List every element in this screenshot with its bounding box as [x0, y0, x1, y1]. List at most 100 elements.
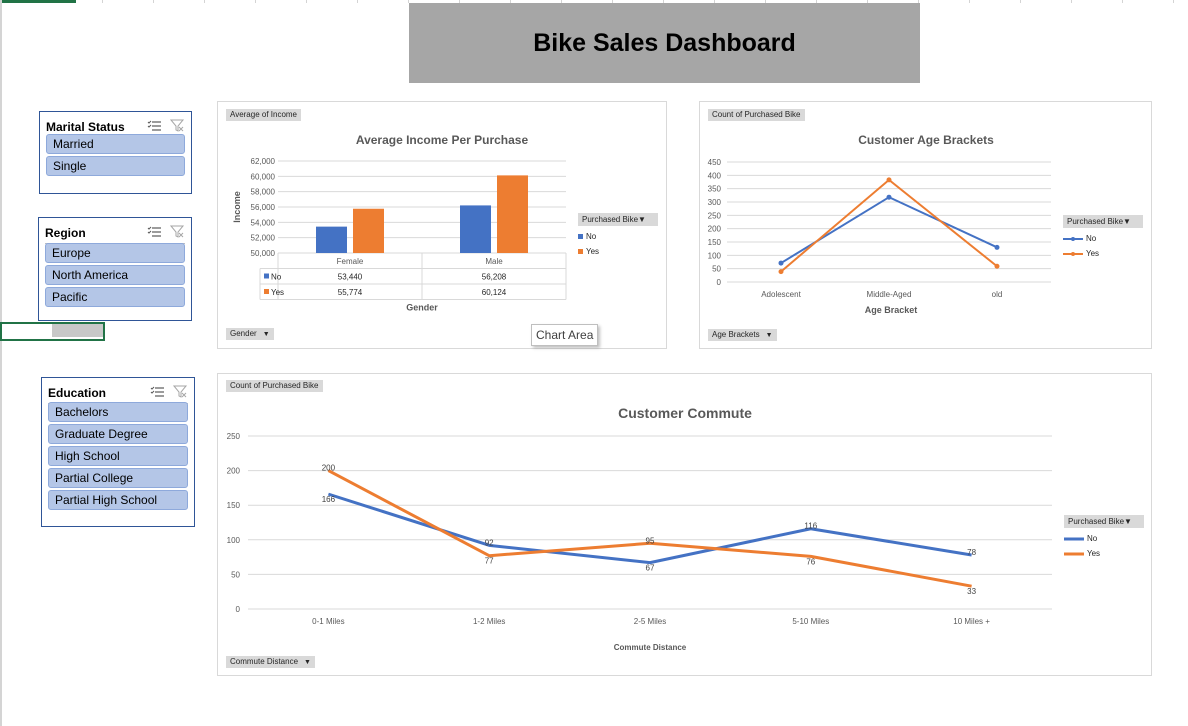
clear-filter-icon[interactable]	[170, 225, 185, 238]
x-tick-label: 2-5 Miles	[634, 617, 666, 626]
axis-field-button[interactable]: Gender ▼	[226, 328, 274, 340]
data-point	[886, 194, 892, 200]
axis-field-label: Age Brackets	[712, 330, 760, 339]
y-tick-label: 50	[231, 570, 240, 579]
bar	[460, 205, 491, 253]
slicer-item-single[interactable]: Single	[46, 156, 185, 176]
legend-label: No	[586, 232, 597, 241]
chart-income[interactable]: Average of Income Average Income Per Pur…	[217, 101, 667, 349]
data-label: 166	[322, 495, 336, 504]
bar	[316, 226, 347, 253]
table-value: 55,774	[338, 288, 363, 297]
multi-select-icon[interactable]	[147, 225, 162, 238]
data-label: 77	[485, 557, 494, 566]
row-header-strip	[0, 0, 2, 726]
commute-chart-plot: 0 50 100 150 200 250 0-1 Miles 1-2 Miles 2-5 Mil…	[227, 432, 1052, 652]
legend[interactable]: Purchased Bike▼ No Yes	[1064, 515, 1144, 558]
y-tick-label: 400	[708, 171, 722, 180]
legend-title-button[interactable]: Purchased Bike▼	[578, 213, 658, 226]
y-tick-label: 56,000	[251, 203, 276, 212]
y-tick-label: 60,000	[251, 172, 276, 181]
dropdown-arrow-icon: ▼	[638, 215, 646, 224]
dashboard-title: Bike Sales Dashboard	[409, 3, 920, 83]
y-tick-label: 0	[236, 605, 241, 614]
clear-filter-icon[interactable]	[170, 119, 185, 132]
chart-age-brackets[interactable]: Count of Purchased Bike Customer Age Bra…	[699, 101, 1152, 349]
legend-title-button[interactable]: Purchased Bike▼	[1063, 215, 1143, 228]
legend[interactable]: Purchased Bike▼ No Yes	[1063, 215, 1143, 258]
table-legend-key	[264, 273, 269, 279]
data-label: 78	[967, 548, 976, 557]
y-tick-label: 50	[712, 265, 721, 274]
legend-title: Purchased Bike	[1067, 217, 1124, 226]
data-point	[778, 269, 784, 275]
category-label: Female	[337, 257, 364, 266]
bar	[353, 208, 384, 253]
legend-line-swatch	[1064, 552, 1084, 555]
x-tick-label: 5-10 Miles	[792, 617, 829, 626]
slicer-item-partial-college[interactable]: Partial College	[48, 468, 188, 488]
legend-item-no: No	[578, 232, 658, 241]
legend-title: Purchased Bike	[1068, 517, 1125, 526]
dropdown-arrow-icon: ▼	[304, 659, 311, 666]
y-tick-label: 350	[708, 185, 722, 194]
y-tick-label: 0	[717, 278, 722, 287]
y-tick-label: 100	[708, 251, 722, 260]
slicer-item-pacific[interactable]: Pacific	[45, 287, 185, 307]
axis-field-button[interactable]: Age Brackets ▼	[708, 329, 777, 341]
multi-select-icon[interactable]	[150, 385, 165, 398]
table-series-label: Yes	[271, 288, 284, 297]
selected-cell-fill	[52, 324, 103, 337]
dropdown-arrow-icon: ▼	[765, 332, 773, 339]
slicer-item-graduate-degree[interactable]: Graduate Degree	[48, 424, 188, 444]
slicer-education[interactable]: Education Bachelors Graduate Degree High…	[41, 377, 195, 527]
legend-label: No	[1087, 534, 1098, 543]
slicer-marital-status[interactable]: Marital Status Married Single	[39, 111, 192, 194]
data-label: 33	[967, 587, 976, 596]
slicer-header: Education	[48, 382, 188, 404]
multi-select-icon[interactable]	[147, 119, 162, 132]
y-tick-label: 250	[227, 432, 241, 441]
y-tick-label: 200	[227, 467, 241, 476]
data-point	[994, 244, 1000, 250]
legend-swatch	[578, 234, 583, 239]
y-tick-label: 150	[708, 238, 722, 247]
data-label: 95	[646, 536, 655, 545]
legend-line-swatch	[1063, 236, 1083, 241]
legend-item-no: No	[1064, 534, 1144, 543]
slicer-title: Education	[48, 386, 107, 400]
slicer-title: Region	[45, 226, 86, 240]
slicer-item-partial-high-school[interactable]: Partial High School	[48, 490, 188, 510]
series-line	[780, 196, 998, 264]
legend-item-yes: Yes	[578, 247, 658, 256]
legend-title-button[interactable]: Purchased Bike▼	[1064, 515, 1144, 528]
slicer-item-bachelors[interactable]: Bachelors	[48, 402, 188, 422]
dropdown-arrow-icon: ▼	[1123, 217, 1131, 226]
legend[interactable]: Purchased Bike▼ No Yes	[578, 213, 658, 256]
data-label: 92	[485, 538, 494, 547]
legend-item-no: No	[1063, 234, 1143, 243]
legend-swatch	[578, 249, 583, 254]
data-label: 200	[322, 464, 336, 473]
x-axis-title: Gender	[406, 303, 438, 313]
series-line	[327, 492, 972, 565]
slicer-item-north-america[interactable]: North America	[45, 265, 185, 285]
slicer-item-europe[interactable]: Europe	[45, 243, 185, 263]
y-tick-label: 52,000	[251, 234, 276, 243]
dropdown-arrow-icon: ▼	[262, 331, 270, 338]
y-tick-label: 250	[708, 211, 722, 220]
data-label: 76	[806, 557, 815, 566]
legend-label: Yes	[1086, 249, 1100, 258]
table-value: 60,124	[482, 288, 507, 297]
chart-area-tooltip: Chart Area	[531, 324, 598, 346]
y-tick-label: 300	[708, 198, 722, 207]
y-tick-label: 50,000	[251, 249, 276, 258]
y-tick-label: 200	[708, 225, 722, 234]
slicer-region[interactable]: Region Europe North America Pacific	[38, 217, 192, 321]
chart-commute[interactable]: Count of Purchased Bike Customer Commute…	[217, 373, 1152, 676]
axis-field-button[interactable]: Commute Distance ▼	[226, 656, 315, 668]
clear-filter-icon[interactable]	[173, 385, 188, 398]
slicer-item-high-school[interactable]: High School	[48, 446, 188, 466]
slicer-item-married[interactable]: Married	[46, 134, 185, 154]
category-label: Male	[485, 257, 503, 266]
